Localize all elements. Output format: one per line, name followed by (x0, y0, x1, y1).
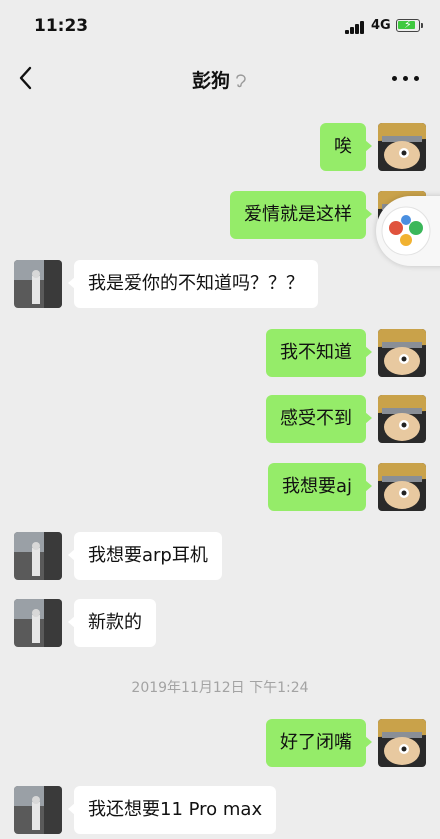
message-bubble-out[interactable]: 唉 (320, 123, 372, 171)
status-bar: 11:23 4G ⚡ (0, 0, 440, 52)
message-bubble-in[interactable]: 我想要arp耳机 (68, 532, 222, 580)
message-timestamp: 2019年11月12日 下午1:24 (131, 680, 309, 696)
contact-avatar[interactable] (14, 599, 62, 647)
earpiece-icon (236, 73, 246, 87)
message-bubble-out[interactable]: 我想要aj (267, 463, 373, 511)
message-bubble-out[interactable]: 好了闭嘴 (266, 719, 372, 767)
contact-avatar[interactable] (14, 260, 62, 308)
message-bubble-in[interactable]: 我还想要11 Pro max (67, 786, 277, 834)
self-avatar[interactable] (378, 463, 426, 511)
chat-title: 彭狗 (0, 66, 440, 93)
message-bubble-in[interactable]: 我是爱你的不知道吗？？？ (68, 260, 318, 308)
self-avatar[interactable] (378, 719, 426, 767)
self-avatar[interactable] (378, 329, 426, 377)
battery-charging-icon: ⚡ (396, 18, 423, 32)
self-avatar[interactable] (378, 395, 426, 443)
contact-name: 彭狗 (191, 70, 230, 92)
signal-icon (345, 20, 367, 34)
more-button[interactable] (392, 70, 422, 86)
nav-bar: 彭狗 (0, 52, 440, 104)
self-avatar[interactable] (378, 123, 426, 171)
floating-ball-widget[interactable] (376, 196, 440, 266)
contact-avatar[interactable] (14, 532, 62, 580)
message-bubble-out[interactable]: 我不知道 (266, 329, 372, 377)
message-bubble-out[interactable]: 爱情就是这样 (230, 191, 372, 239)
message-bubble-in[interactable]: 新款的 (68, 599, 156, 647)
network-label: 4G (371, 18, 391, 33)
status-time: 11:23 (34, 16, 89, 36)
app-shortcut-icon (381, 206, 431, 256)
contact-avatar[interactable] (14, 786, 62, 834)
message-bubble-out[interactable]: 感受不到 (266, 395, 372, 443)
